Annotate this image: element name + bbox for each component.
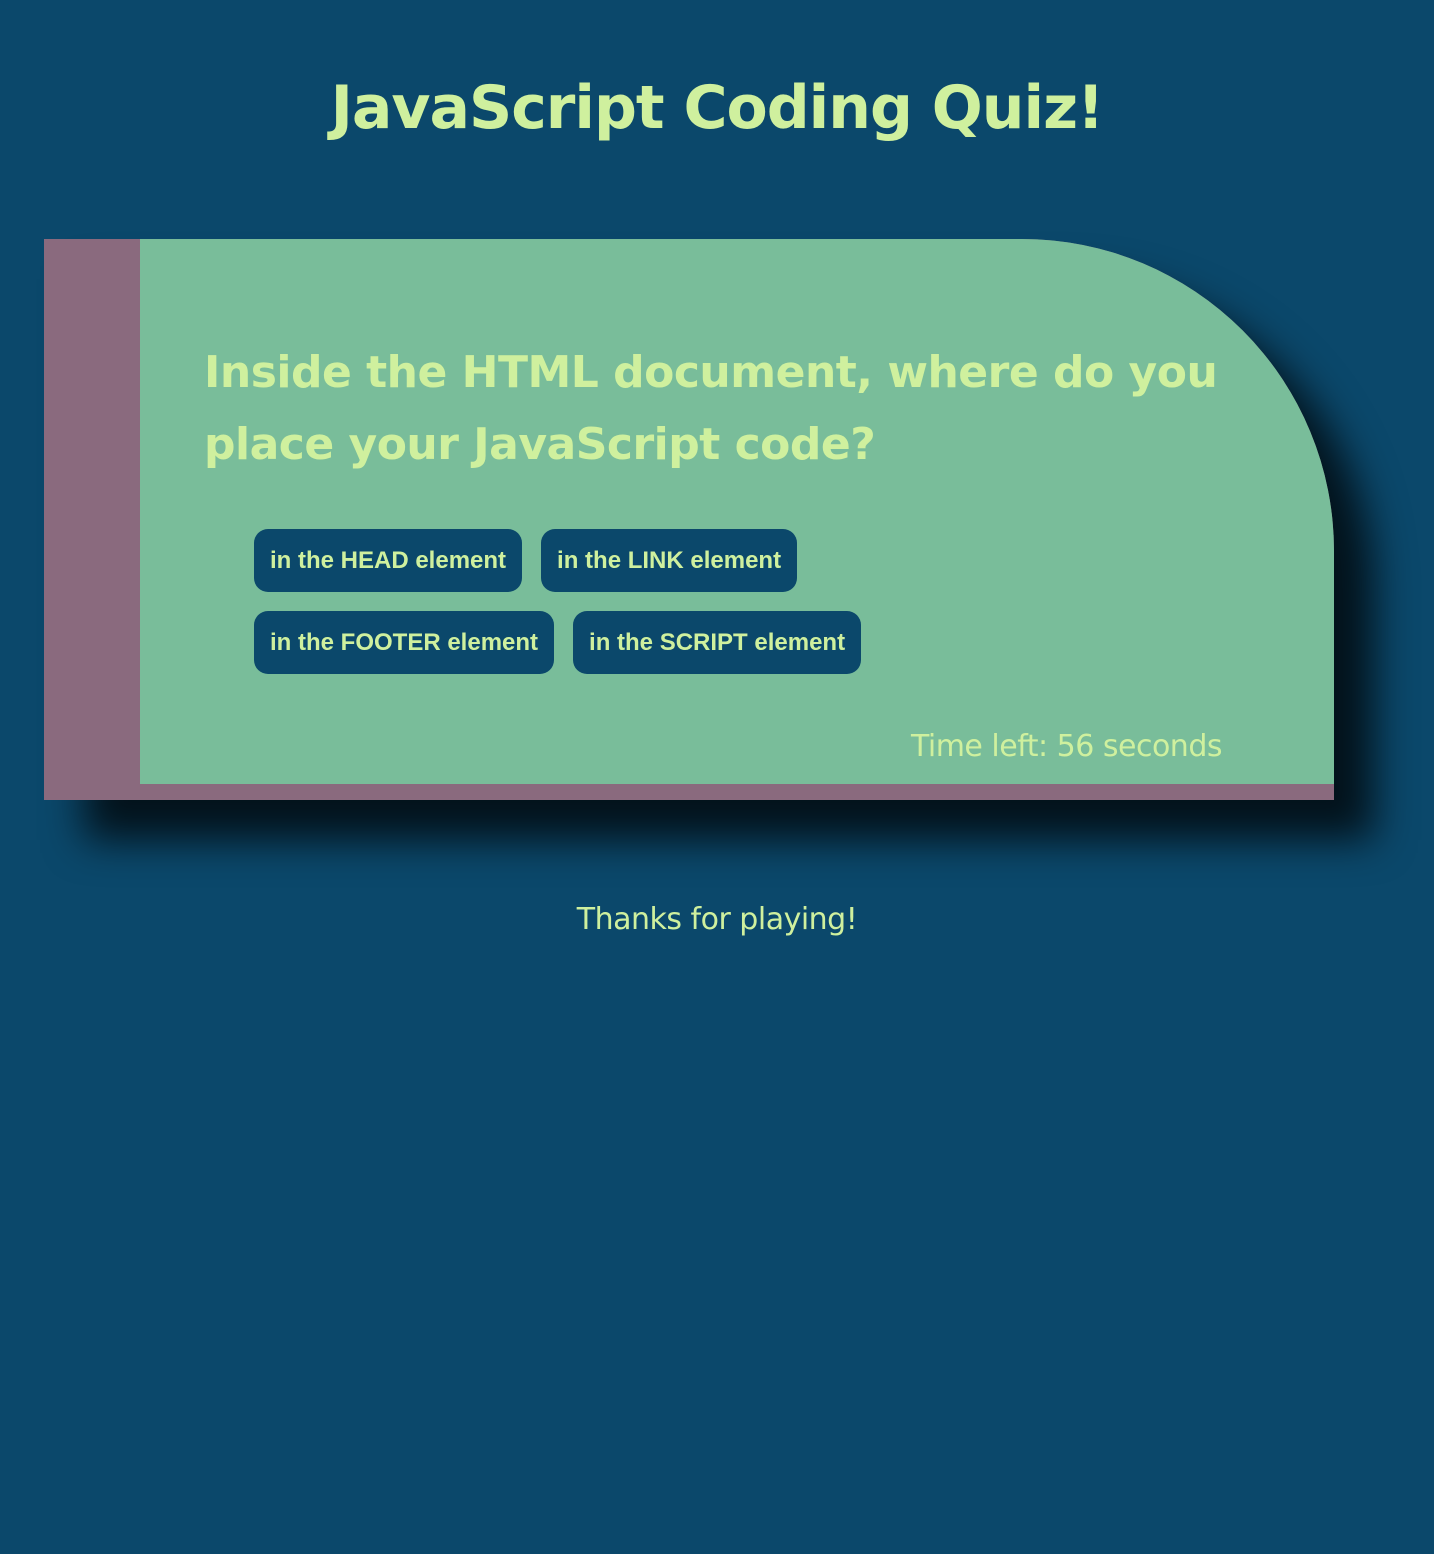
thanks-message: Thanks for playing! bbox=[576, 902, 858, 937]
quiz-card: Inside the HTML document, where do you p… bbox=[44, 239, 1334, 800]
answer-row-1: in the HEAD element in the LINK element bbox=[254, 529, 954, 592]
timer-text: Time left: 56 seconds bbox=[910, 729, 1223, 764]
answer-options: in the HEAD element in the LINK element … bbox=[254, 529, 954, 693]
question-text: Inside the HTML document, where do you p… bbox=[204, 347, 1218, 470]
answer-row-2: in the FOOTER element in the SCRIPT elem… bbox=[254, 611, 954, 674]
answer-button-head[interactable]: in the HEAD element bbox=[254, 529, 523, 592]
quiz-panel: Inside the HTML document, where do you p… bbox=[140, 239, 1334, 784]
answer-button-script[interactable]: in the SCRIPT element bbox=[573, 611, 862, 674]
page-title: JavaScript Coding Quiz! bbox=[330, 73, 1105, 143]
answer-button-footer[interactable]: in the FOOTER element bbox=[254, 611, 555, 674]
answer-button-link[interactable]: in the LINK element bbox=[541, 529, 798, 592]
